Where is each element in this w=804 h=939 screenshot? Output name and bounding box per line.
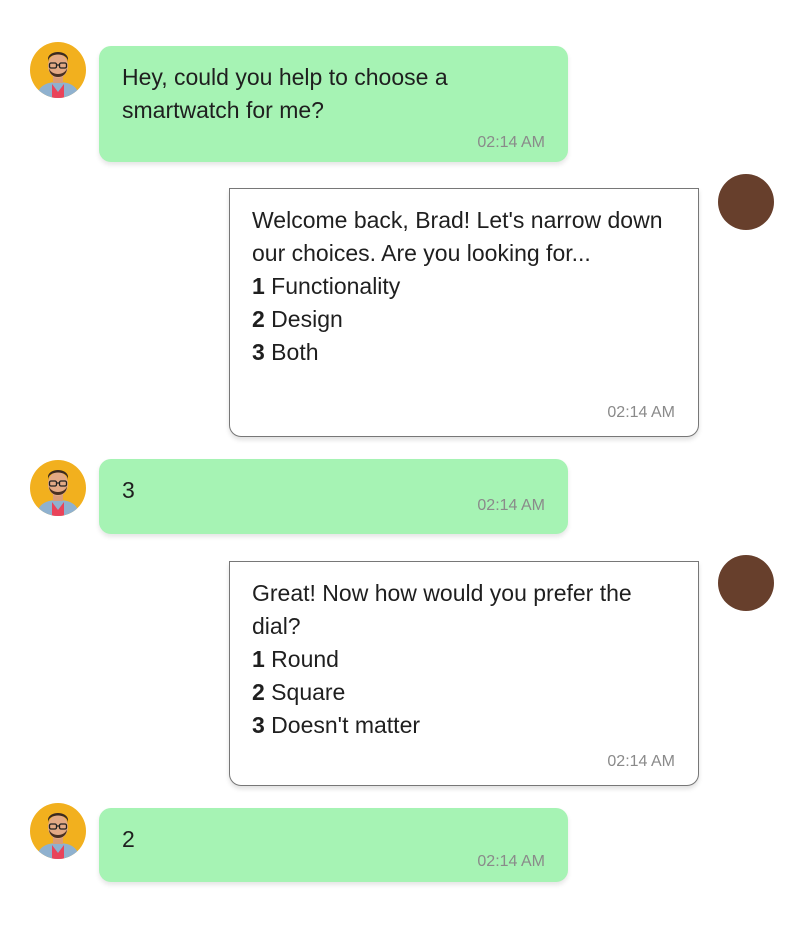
message-timestamp: 02:14 AM (477, 134, 545, 151)
bot-avatar-icon (718, 174, 774, 230)
option-number: 3 (252, 712, 265, 738)
option-label: Functionality (264, 273, 401, 299)
message-text: Great! Now how would you prefer the dial… (252, 580, 632, 639)
bot-message: Great! Now how would you prefer the dial… (229, 561, 699, 786)
message-timestamp: 02:14 AM (607, 404, 675, 421)
option-label: Doesn't matter (264, 712, 421, 738)
option-label: Design (264, 306, 343, 332)
message-timestamp: 02:14 AM (477, 853, 545, 870)
option-label: Both (264, 339, 319, 365)
option-label: Square (264, 679, 346, 705)
option-number: 1 (252, 273, 265, 299)
option-item: 3 Both (252, 336, 676, 369)
user-avatar (30, 803, 86, 859)
option-item: 2 Design (252, 303, 676, 336)
bot-avatar-icon (718, 555, 774, 611)
option-item: 1 Functionality (252, 270, 676, 303)
user-avatar-photo-icon (30, 42, 86, 98)
user-avatar-photo-icon (30, 460, 86, 516)
message-text: Hey, could you help to choose a smartwat… (122, 64, 448, 123)
user-message: 2 02:14 AM (99, 808, 568, 882)
user-message: 3 02:14 AM (99, 459, 568, 534)
option-number: 1 (252, 646, 265, 672)
option-item: 3 Doesn't matter (252, 709, 676, 742)
user-avatar (30, 42, 86, 98)
option-number: 2 (252, 679, 265, 705)
option-item: 2 Square (252, 676, 676, 709)
option-number: 3 (252, 339, 265, 365)
user-message: Hey, could you help to choose a smartwat… (99, 46, 568, 162)
bot-message: Welcome back, Brad! Let's narrow down ou… (229, 188, 699, 437)
chat-thread: Hey, could you help to choose a smartwat… (0, 0, 804, 939)
user-avatar-photo-icon (30, 803, 86, 859)
message-timestamp: 02:14 AM (477, 497, 545, 514)
option-item: 1 Round (252, 643, 676, 676)
option-label: Round (264, 646, 339, 672)
message-text: 2 (122, 826, 135, 852)
option-number: 2 (252, 306, 265, 332)
message-timestamp: 02:14 AM (607, 753, 675, 770)
user-avatar (30, 460, 86, 516)
message-text: Welcome back, Brad! Let's narrow down ou… (252, 207, 663, 266)
